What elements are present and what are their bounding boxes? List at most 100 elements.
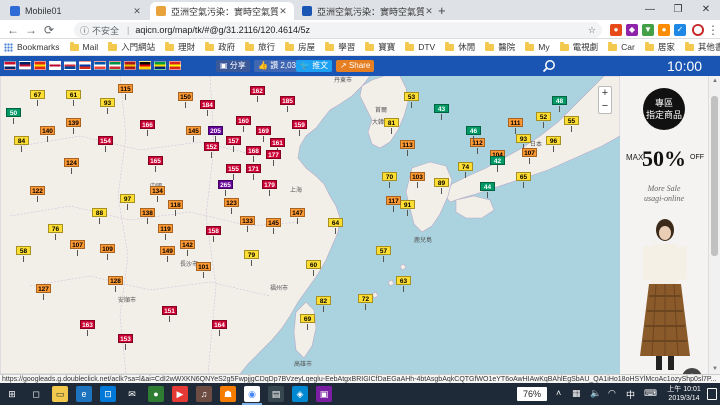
- language-flag-icon[interactable]: [49, 61, 61, 70]
- aqi-station-marker[interactable]: 134: [150, 186, 165, 202]
- extension-icon[interactable]: ◆: [626, 24, 638, 36]
- close-icon[interactable]: ✕: [424, 6, 434, 17]
- aqi-station-marker[interactable]: 65: [516, 172, 531, 188]
- language-flag-icon[interactable]: [154, 61, 166, 70]
- aqi-station-marker[interactable]: 152: [204, 142, 219, 158]
- app-icon[interactable]: ▣: [316, 386, 332, 402]
- aqi-station-marker[interactable]: 149: [160, 246, 175, 262]
- profile-avatar[interactable]: ⬤: [692, 24, 704, 36]
- advertisement-panel[interactable]: 專區 指定商品 MAX 50% OFF More Sale usagi-onli…: [620, 76, 708, 374]
- aqi-station-marker[interactable]: 154: [98, 136, 113, 152]
- aqi-station-marker[interactable]: 145: [266, 218, 281, 234]
- aqi-station-marker[interactable]: 107: [70, 240, 85, 256]
- system-clock[interactable]: 上午 10:01 2019/3/14: [662, 385, 706, 403]
- aqi-station-marker[interactable]: 76: [48, 224, 63, 240]
- aqi-station-marker[interactable]: 171: [246, 164, 261, 180]
- aqi-station-marker[interactable]: 115: [118, 84, 133, 100]
- aqi-station-marker[interactable]: 81: [384, 118, 399, 134]
- windows-start-icon[interactable]: ⊞: [4, 386, 20, 402]
- aqi-station-marker[interactable]: 166: [140, 120, 155, 136]
- language-flag-icon[interactable]: [64, 61, 76, 70]
- chrome-icon[interactable]: ◉: [242, 386, 262, 405]
- bookmark-folder[interactable]: 房屋: [285, 41, 315, 53]
- bookmark-folder[interactable]: 居家: [644, 41, 675, 53]
- zoom-in-button[interactable]: +: [599, 87, 611, 100]
- bookmark-folder[interactable]: 入門網站: [108, 41, 155, 53]
- app-icon[interactable]: ◈: [292, 386, 308, 402]
- close-icon[interactable]: ✕: [132, 6, 142, 17]
- aqi-station-marker[interactable]: 107: [522, 148, 537, 164]
- aqi-station-marker[interactable]: 55: [564, 116, 579, 132]
- battery-indicator[interactable]: 76%: [517, 387, 547, 401]
- aqi-station-marker[interactable]: 44: [480, 182, 495, 198]
- bookmark-folder[interactable]: 醫院: [485, 41, 515, 53]
- task-view-icon[interactable]: ◻: [28, 386, 44, 402]
- language-flag-icon[interactable]: [139, 61, 151, 70]
- file-explorer-icon[interactable]: ▭: [52, 386, 68, 402]
- aqi-station-marker[interactable]: 162: [250, 86, 265, 102]
- mail-icon[interactable]: ✉: [124, 386, 140, 402]
- reload-icon[interactable]: ⟳: [42, 23, 56, 37]
- edge-browser-icon[interactable]: e: [76, 386, 92, 402]
- aqi-station-marker[interactable]: 84: [14, 136, 29, 152]
- aqi-station-marker[interactable]: 153: [118, 334, 133, 350]
- aqi-station-marker[interactable]: 63: [396, 276, 411, 292]
- aqi-station-marker[interactable]: 158: [206, 226, 221, 242]
- tray-chevron-icon[interactable]: ˄: [556, 388, 561, 398]
- bookmark-folder[interactable]: 學習: [325, 41, 355, 53]
- search-icon[interactable]: [542, 59, 556, 73]
- aqi-station-marker[interactable]: 79: [244, 250, 259, 266]
- close-window-button[interactable]: ✕: [692, 0, 720, 20]
- aqi-station-marker[interactable]: 53: [404, 92, 419, 108]
- facebook-share-button[interactable]: ▣ 分享: [216, 60, 250, 72]
- bookmark-folder[interactable]: Mail: [69, 41, 98, 52]
- aqi-station-marker[interactable]: 168: [246, 146, 261, 162]
- bookmark-other-folder[interactable]: 其他書籤: [684, 41, 720, 53]
- aqi-station-marker[interactable]: 117: [386, 196, 401, 212]
- aqi-station-marker[interactable]: 50: [6, 108, 21, 124]
- language-flag-icon[interactable]: [4, 61, 16, 70]
- aqi-station-marker[interactable]: 57: [376, 246, 391, 262]
- bookmark-folder[interactable]: 電視劇: [559, 41, 598, 53]
- aqi-station-marker[interactable]: 123: [224, 198, 239, 214]
- aqi-station-marker[interactable]: 151: [162, 306, 177, 322]
- network-icon[interactable]: ▦: [572, 388, 581, 399]
- extension-icon[interactable]: ●: [610, 24, 622, 36]
- aqi-station-marker[interactable]: 265: [218, 180, 233, 196]
- app-icon[interactable]: ●: [148, 386, 164, 402]
- extension-icon[interactable]: ✓: [674, 24, 686, 36]
- aqi-station-marker[interactable]: 140: [40, 126, 55, 142]
- language-flag-icon[interactable]: [34, 61, 46, 70]
- ime-label[interactable]: 中: [626, 388, 635, 401]
- language-flag-icon[interactable]: [94, 61, 106, 70]
- menu-kebab-icon[interactable]: ⋮: [706, 23, 720, 37]
- bookmark-folder[interactable]: 理財: [165, 41, 195, 53]
- aqi-station-marker[interactable]: 72: [358, 294, 373, 310]
- aqi-station-marker[interactable]: 161: [270, 138, 285, 154]
- aqi-station-marker[interactable]: 169: [256, 126, 271, 142]
- aqi-station-marker[interactable]: 179: [262, 180, 277, 196]
- bookmark-folder[interactable]: 旅行: [245, 41, 275, 53]
- aqi-station-marker[interactable]: 164: [212, 320, 227, 336]
- scrollbar-thumb[interactable]: [711, 96, 718, 256]
- close-icon[interactable]: ✕: [278, 6, 288, 17]
- app-icon[interactable]: ☗: [220, 386, 236, 402]
- aqi-station-marker[interactable]: 142: [180, 240, 195, 256]
- notification-center-icon[interactable]: [707, 388, 717, 400]
- bookmark-apps[interactable]: Bookmarks: [4, 42, 60, 52]
- info-icon[interactable]: ⓘ: [80, 24, 89, 37]
- aqi-station-marker[interactable]: 91: [400, 200, 415, 216]
- bookmark-folder[interactable]: DTV: [405, 41, 435, 52]
- language-flag-icon[interactable]: [124, 61, 136, 70]
- volume-icon[interactable]: 🔈: [590, 388, 601, 399]
- minimize-button[interactable]: —: [636, 0, 664, 20]
- aqi-station-marker[interactable]: 61: [66, 90, 81, 106]
- language-flag-icon[interactable]: [19, 61, 31, 70]
- aqi-station-marker[interactable]: 205: [208, 126, 223, 142]
- aqi-station-marker[interactable]: 60: [306, 260, 321, 276]
- aqi-map[interactable]: 丹東市 首爾 大韓民國 日本 鹿兒島 上海 中國 高雄市 福州市 長沙市 安順市…: [0, 76, 620, 374]
- aqi-station-marker[interactable]: 177: [266, 150, 281, 166]
- aqi-station-marker[interactable]: 138: [140, 208, 155, 224]
- aqi-station-marker[interactable]: 67: [30, 90, 45, 106]
- aqi-station-marker[interactable]: 96: [546, 136, 561, 152]
